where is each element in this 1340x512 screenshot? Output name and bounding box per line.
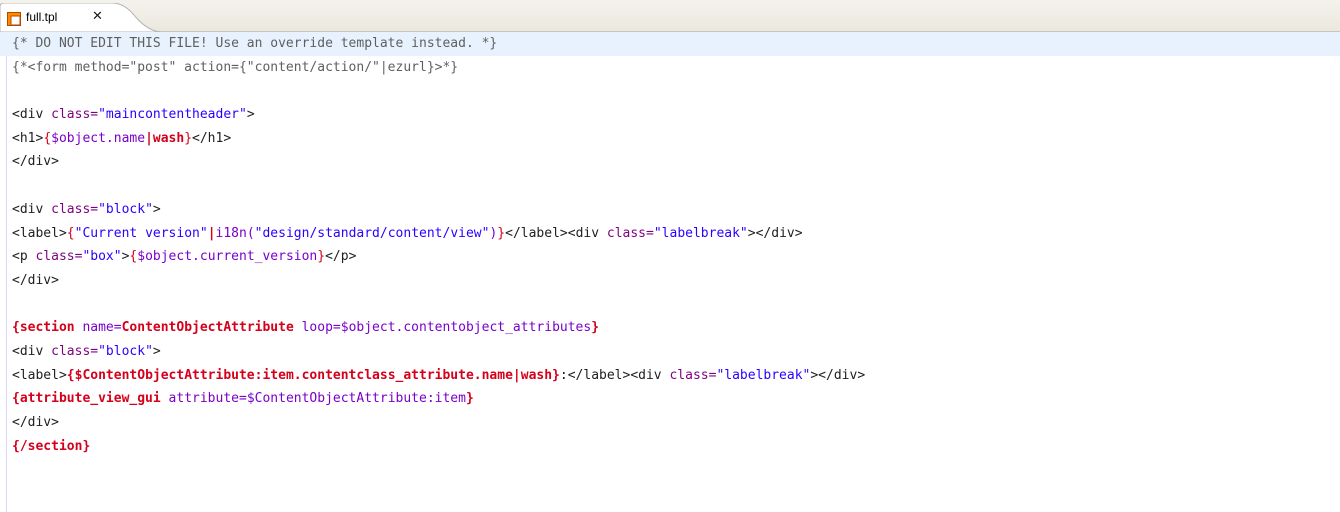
code-line[interactable]: {/section} <box>12 435 1340 459</box>
code-token: $object.current_version <box>137 249 318 265</box>
code-token: | <box>207 225 216 241</box>
code-line[interactable]: </div> <box>12 411 1340 435</box>
code-line[interactable]: <div class="block"> <box>12 340 1340 364</box>
code-token: <div <box>12 201 52 217</box>
code-line[interactable]: {section name=ContentObjectAttribute loo… <box>12 316 1340 340</box>
code-token: > <box>152 343 161 359</box>
code-line[interactable]: <h1>{$object.name|wash}</h1> <box>12 127 1340 151</box>
code-token: </label><div <box>505 225 607 241</box>
code-token: <label> <box>12 225 67 241</box>
code-token: "labelbreak" <box>716 367 811 383</box>
code-lines: {* DO NOT EDIT THIS FILE! Use an overrid… <box>0 32 1340 459</box>
code-token: > <box>246 107 255 123</box>
code-token: {*<form method="post" action={"content/a… <box>12 59 459 75</box>
code-token: } <box>317 249 326 265</box>
code-token: "maincontentheader" <box>98 107 247 123</box>
code-token: } <box>497 225 506 241</box>
template-file-icon <box>7 11 21 26</box>
code-token: class= <box>51 201 99 217</box>
code-token: </p> <box>325 249 357 265</box>
code-token: <p <box>12 249 36 265</box>
code-token: { <box>66 225 75 241</box>
code-token: {attribute_view_gui <box>12 391 169 407</box>
code-line[interactable]: {* DO NOT EDIT THIS FILE! Use an overrid… <box>0 32 1340 56</box>
code-token: > <box>152 201 161 217</box>
code-line[interactable]: {*<form method="post" action={"content/a… <box>12 56 1340 80</box>
code-token: "block" <box>98 343 153 359</box>
code-token: |wash <box>145 130 185 146</box>
code-token: <h1> <box>12 130 44 146</box>
close-icon[interactable]: ✕ <box>92 9 103 25</box>
code-token: <div <box>12 343 52 359</box>
code-token: class= <box>51 107 99 123</box>
code-token: $object.name <box>51 130 146 146</box>
code-token: class= <box>35 249 83 265</box>
tab-full-tpl[interactable]: full.tpl ✕ <box>0 3 160 32</box>
code-token: } <box>591 320 600 336</box>
code-token: loop=$object.contentobject_attributes <box>301 320 592 336</box>
code-line[interactable]: </div> <box>12 150 1340 174</box>
code-line[interactable]: {attribute_view_gui attribute=$ContentOb… <box>12 387 1340 411</box>
code-token: ContentObjectAttribute <box>121 320 302 336</box>
code-token: {* DO NOT EDIT THIS FILE! Use an overrid… <box>12 36 498 51</box>
code-token: "design/standard/content/view" <box>254 225 490 241</box>
code-token: class= <box>669 367 717 383</box>
code-token: {/section} <box>12 438 91 454</box>
code-token: </div> <box>12 154 59 170</box>
code-line[interactable]: <div class="maincontentheader"> <box>12 103 1340 127</box>
code-token: "box" <box>82 249 122 265</box>
editor-gutter <box>0 32 7 512</box>
code-token: class= <box>606 225 654 241</box>
code-editor[interactable]: {* DO NOT EDIT THIS FILE! Use an overrid… <box>0 32 1340 512</box>
code-line[interactable]: <label>{"Current version"|i18n("design/s… <box>12 222 1340 246</box>
code-token: class= <box>51 343 99 359</box>
code-token: ></div> <box>810 367 866 383</box>
code-token: } <box>184 130 193 146</box>
code-token: </div> <box>12 272 59 288</box>
code-token: <label> <box>12 367 67 383</box>
code-token: { <box>43 130 52 146</box>
code-line[interactable]: <p class="box">{$object.current_version}… <box>12 245 1340 269</box>
tab-shape <box>0 3 160 32</box>
code-line[interactable] <box>12 79 1340 103</box>
code-token: "Current version" <box>74 225 208 241</box>
code-token: <div <box>12 107 52 123</box>
code-line[interactable] <box>12 293 1340 317</box>
code-token: </h1> <box>192 130 232 146</box>
code-line[interactable]: <div class="block"> <box>12 198 1340 222</box>
code-token: "block" <box>98 201 153 217</box>
code-line[interactable] <box>12 174 1340 198</box>
code-line[interactable]: <label>{$ContentObjectAttribute:item.con… <box>12 364 1340 388</box>
code-token: "labelbreak" <box>653 225 748 241</box>
code-token: ></div> <box>747 225 803 241</box>
code-line[interactable]: </div> <box>12 269 1340 293</box>
code-token: attribute=$ContentObjectAttribute:item <box>168 391 466 407</box>
code-token: {section <box>12 320 83 336</box>
code-token: } <box>465 391 474 407</box>
code-token: name= <box>82 320 122 336</box>
code-token: :</label><div <box>559 367 670 383</box>
code-token: </div> <box>12 415 59 430</box>
code-token: {$ContentObjectAttribute:item.contentcla… <box>66 367 560 383</box>
code-token: i18n( <box>215 225 255 241</box>
tab-label: full.tpl <box>26 10 58 24</box>
editor-tab-bar: full.tpl ✕ <box>0 0 1340 32</box>
